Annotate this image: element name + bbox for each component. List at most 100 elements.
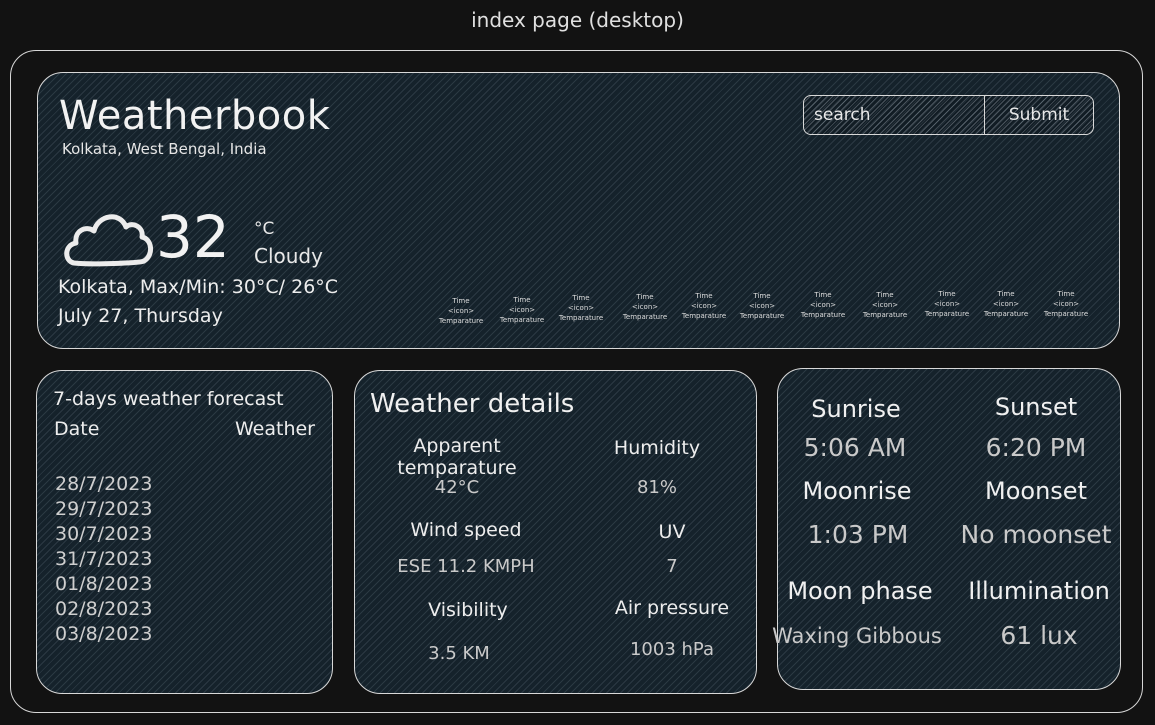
detail-visibility-value: 3.5 KM	[359, 643, 559, 664]
detail-label: Air pressure	[614, 597, 730, 619]
forecast-date: 29/7/2023	[55, 498, 153, 520]
hour-temperature: Temparature	[558, 314, 604, 322]
forecast-date: 02/8/2023	[55, 598, 153, 620]
hour-time: Time	[814, 291, 832, 299]
min-max-temperature: Kolkata, Max/Min: 30°C/ 26°C	[58, 276, 339, 298]
sunrise-value-cell: 5:06 AM	[770, 433, 940, 462]
sunrise-label: Sunrise	[811, 395, 901, 423]
moonrise-value: 1:03 PM	[807, 520, 909, 549]
sunset-value-cell: 6:20 PM	[951, 433, 1121, 462]
hour-time: Time	[695, 292, 713, 300]
hourly-item: Time <icon> Temparature	[431, 296, 491, 326]
forecast-date: 30/7/2023	[55, 523, 153, 545]
detail-value: ESE 11.2 KMPH	[397, 556, 535, 577]
detail-label: Visibility	[428, 599, 508, 621]
hour-icon: <icon>	[631, 303, 659, 311]
submit-button[interactable]: Submit	[984, 95, 1094, 135]
forecast-weather-header: Weather	[235, 418, 315, 440]
hour-time: Time	[753, 292, 771, 300]
hourly-item: Time <icon> Temparature	[855, 290, 915, 320]
detail-value: 3.5 KM	[428, 643, 490, 664]
hourly-item: Time <icon> Temparature	[917, 289, 977, 319]
moonrise-label-cell: Moonrise	[772, 477, 942, 505]
moon-phase-value-cell: Waxing Gibbous	[772, 624, 942, 648]
hour-temperature: Temparature	[800, 311, 846, 319]
hour-icon: <icon>	[508, 306, 536, 314]
hour-temperature: Temparature	[622, 313, 668, 321]
hour-time: Time	[513, 296, 531, 304]
detail-value: 7	[666, 556, 678, 577]
forecast-list: 28/7/2023 29/7/2023 30/7/2023 31/7/2023 …	[55, 472, 152, 647]
hourly-item: Time <icon> Temparature	[976, 289, 1036, 319]
hour-icon: <icon>	[447, 307, 475, 315]
hour-icon: <icon>	[992, 300, 1020, 308]
hour-icon: <icon>	[1052, 300, 1080, 308]
detail-value: 81%	[636, 477, 677, 498]
search-input[interactable]	[803, 95, 985, 135]
detail-air-pressure-value: 1003 hPa	[592, 639, 752, 660]
detail-wind-speed-value: ESE 11.2 KMPH	[366, 556, 566, 577]
detail-air-pressure: Air pressure	[592, 597, 752, 619]
app-title: Weatherbook	[59, 93, 331, 139]
moon-phase-label-cell: Moon phase	[775, 577, 945, 605]
hour-temperature: Temparature	[739, 312, 785, 320]
moonrise-label: Moonrise	[802, 477, 912, 505]
hourly-item: Time <icon> Temparature	[1036, 289, 1096, 319]
current-weather-card: Weatherbook Kolkata, West Bengal, India …	[37, 72, 1120, 349]
forecast-date: 31/7/2023	[55, 548, 153, 570]
illumination-label: Illumination	[968, 577, 1110, 605]
details-title: Weather details	[370, 389, 575, 419]
hour-icon: <icon>	[567, 304, 595, 312]
detail-apparent-temperature: Apparent temparature	[357, 435, 557, 479]
hourly-item: Time <icon> Temparature	[615, 292, 675, 322]
forecast-card: 7-days weather forecast Date Weather 28/…	[36, 370, 333, 694]
hour-time: Time	[938, 290, 956, 298]
current-temperature: 32	[156, 203, 230, 271]
hourly-item: Time <icon> Temparature	[551, 293, 611, 323]
hour-icon: <icon>	[871, 301, 899, 309]
sunrise-value: 5:06 AM	[803, 433, 907, 462]
forecast-date: 28/7/2023	[55, 473, 153, 495]
location-subtitle: Kolkata, West Bengal, India	[62, 140, 267, 158]
hourly-item: Time <icon> Temparature	[793, 290, 853, 320]
detail-label: UV	[658, 521, 686, 543]
detail-label: Humidity	[613, 437, 701, 459]
detail-label: Wind speed	[410, 519, 522, 541]
weather-condition: Cloudy	[254, 244, 323, 268]
hourly-item: Time <icon> Temparature	[492, 295, 552, 325]
detail-label: Apparent temparature	[397, 435, 517, 479]
detail-visibility: Visibility	[368, 599, 568, 621]
moon-phase-value: Waxing Gibbous	[772, 624, 942, 648]
current-date: July 27, Thursday	[58, 305, 223, 327]
illumination-value-cell: 61 lux	[954, 621, 1124, 650]
hour-temperature: Temparature	[499, 316, 545, 324]
hourly-item: Time <icon> Temparature	[732, 291, 792, 321]
forecast-date-header: Date	[54, 418, 100, 440]
sunset-value: 6:20 PM	[985, 433, 1087, 462]
forecast-date: 03/8/2023	[55, 623, 153, 645]
sunset-label: Sunset	[994, 393, 1078, 421]
hour-time: Time	[997, 290, 1015, 298]
hour-temperature: Temparature	[438, 317, 484, 325]
hour-temperature: Temparature	[862, 311, 908, 319]
hour-temperature: Temparature	[1043, 310, 1089, 318]
illumination-label-cell: Illumination	[954, 577, 1124, 605]
detail-apparent-temperature-value: 42°C	[357, 477, 557, 498]
moonset-value-cell: No moonset	[951, 520, 1121, 549]
moonset-label-cell: Moonset	[951, 477, 1121, 505]
detail-value: 42°C	[434, 477, 480, 498]
detail-humidity: Humidity	[577, 437, 737, 459]
hour-time: Time	[1057, 290, 1075, 298]
hour-temperature: Temparature	[681, 312, 727, 320]
astronomy-card: Sunrise 5:06 AM Sunset 6:20 PM Moonrise …	[772, 368, 1124, 690]
temperature-unit: °C	[254, 219, 275, 239]
detail-humidity-value: 81%	[577, 477, 737, 498]
detail-uv-value: 7	[592, 556, 752, 577]
page-caption: index page (desktop)	[471, 8, 684, 32]
cloud-icon	[64, 214, 153, 267]
hour-temperature: Temparature	[924, 310, 970, 318]
hour-icon: <icon>	[933, 300, 961, 308]
detail-value: 1003 hPa	[629, 639, 714, 660]
detail-wind-speed: Wind speed	[366, 519, 566, 541]
forecast-date: 01/8/2023	[55, 573, 153, 595]
